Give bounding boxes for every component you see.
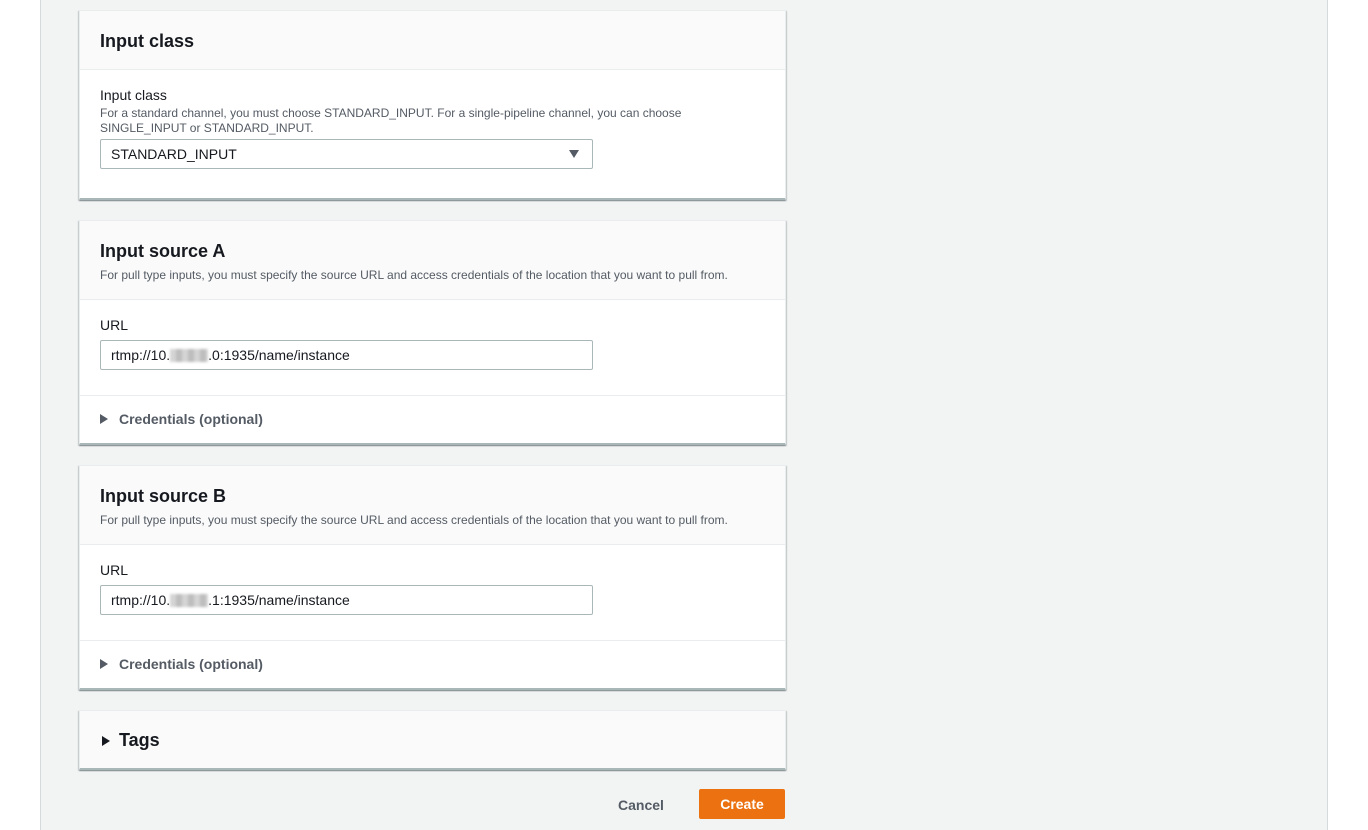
divider — [80, 395, 785, 396]
input-source-a-panel: Input source A For pull type inputs, you… — [79, 220, 786, 445]
tags-expander[interactable]: Tags — [102, 730, 160, 751]
input-class-header: Input class — [80, 11, 785, 70]
create-button[interactable]: Create — [699, 789, 785, 819]
input-source-b-header: Input source B For pull type inputs, you… — [80, 466, 785, 545]
input-source-b-title: Input source B — [100, 486, 227, 506]
input-class-field: Input class For a standard channel, you … — [100, 87, 770, 136]
redacted-ip-segment — [170, 349, 209, 362]
input-class-select[interactable]: STANDARD_INPUT — [100, 139, 593, 169]
input-source-a-url-input[interactable]: rtmp://10. .0:1935/name/instance — [100, 340, 593, 370]
input-class-title: Input class — [100, 31, 195, 51]
input-source-a-description: For pull type inputs, you must specify t… — [100, 268, 728, 282]
caret-right-icon — [100, 659, 108, 669]
url-prefix: rtmp://10. — [111, 592, 171, 608]
input-source-a-header: Input source A For pull type inputs, you… — [80, 221, 785, 300]
tags-panel[interactable]: Tags — [79, 710, 786, 770]
input-class-label: Input class — [100, 87, 167, 103]
divider — [80, 640, 785, 641]
input-class-description: For a standard channel, you must choose … — [100, 106, 682, 135]
input-source-a-credentials-expander[interactable]: Credentials (optional) — [100, 411, 263, 427]
input-class-selected-value: STANDARD_INPUT — [111, 146, 237, 162]
input-source-b-url-label: URL — [100, 562, 129, 578]
cancel-button[interactable]: Cancel — [608, 790, 674, 820]
input-source-b-description: For pull type inputs, you must specify t… — [100, 513, 728, 527]
caret-down-icon — [569, 150, 579, 158]
credentials-label: Credentials (optional) — [119, 656, 263, 672]
credentials-label: Credentials (optional) — [119, 411, 263, 427]
input-source-b-credentials-expander[interactable]: Credentials (optional) — [100, 656, 263, 672]
tags-title: Tags — [119, 730, 160, 750]
input-class-panel: Input class Input class For a standard c… — [79, 10, 786, 200]
input-source-b-url-input[interactable]: rtmp://10. .1:1935/name/instance — [100, 585, 593, 615]
redacted-ip-segment — [170, 594, 209, 607]
caret-right-icon — [100, 414, 108, 424]
url-suffix: .1:1935/name/instance — [208, 592, 350, 608]
url-suffix: .0:1935/name/instance — [208, 347, 350, 363]
caret-right-icon — [102, 735, 110, 746]
url-prefix: rtmp://10. — [111, 347, 171, 363]
input-source-a-url-label: URL — [100, 317, 129, 333]
input-source-b-panel: Input source B For pull type inputs, you… — [79, 465, 786, 690]
input-source-a-title: Input source A — [100, 241, 226, 261]
